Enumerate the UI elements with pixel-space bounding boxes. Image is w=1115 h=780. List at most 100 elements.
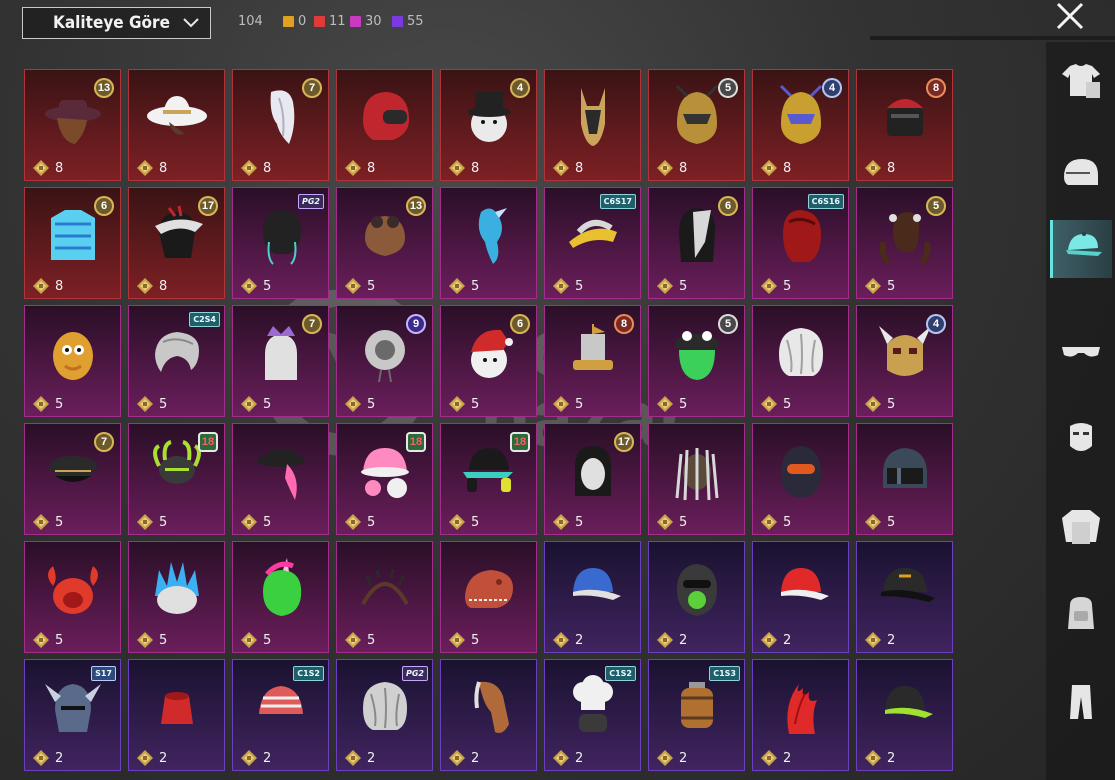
inventory-item[interactable]: PG2 5 — [232, 187, 329, 299]
inventory-item[interactable]: C1S2 2 — [544, 659, 641, 771]
inventory-item[interactable]: 68 — [24, 187, 121, 299]
inventory-item[interactable]: 17 8 — [128, 187, 225, 299]
inventory-item[interactable]: 5 — [856, 423, 953, 535]
item-quantity: 8 — [137, 278, 167, 294]
inventory-item[interactable]: 5 — [336, 541, 433, 653]
inventory-item[interactable]: 2 — [440, 659, 537, 771]
quality-swatch — [283, 16, 294, 27]
inventory-item[interactable]: 5 — [24, 541, 121, 653]
inventory-item[interactable]: 45 — [856, 305, 953, 417]
inventory-item[interactable]: 48 — [440, 69, 537, 181]
inventory-item[interactable]: 5 — [440, 187, 537, 299]
inventory-item[interactable]: 5 — [24, 305, 121, 417]
sort-dropdown-label: Kaliteye Göre — [53, 13, 170, 33]
inventory-item[interactable]: PG2 2 — [336, 659, 433, 771]
inventory-item[interactable]: 55 — [648, 305, 745, 417]
inventory-item[interactable]: 18 5 — [440, 423, 537, 535]
category-backpack[interactable] — [1050, 587, 1112, 645]
inventory-item[interactable]: 5 — [128, 541, 225, 653]
item-quantity: 5 — [761, 514, 791, 530]
barrel-hat-icon — [665, 674, 729, 738]
helmet-icon — [1060, 155, 1102, 198]
inventory-item[interactable]: 18 5 — [128, 423, 225, 535]
coin-icon — [33, 750, 49, 766]
coin-icon — [449, 514, 465, 530]
inventory-item[interactable]: 5 — [648, 423, 745, 535]
sort-dropdown[interactable]: Kaliteye Göre — [22, 7, 211, 39]
inventory-item[interactable]: C6S16 5 — [752, 187, 849, 299]
inventory-item[interactable]: 18 5 — [336, 423, 433, 535]
category-helmet[interactable] — [1050, 147, 1112, 205]
category-glasses[interactable] — [1050, 325, 1112, 383]
item-quantity: 8 — [449, 160, 479, 176]
quantity-value: 8 — [55, 278, 64, 294]
inventory-item[interactable]: C2S4 5 — [128, 305, 225, 417]
inventory-item[interactable]: 5 — [232, 541, 329, 653]
inventory-item[interactable]: 55 — [856, 187, 953, 299]
inventory-item[interactable]: 2 — [752, 659, 849, 771]
inventory-item[interactable]: 5 — [752, 423, 849, 535]
close-button[interactable] — [1052, 0, 1090, 34]
inventory-item[interactable]: 2 — [856, 541, 953, 653]
quantity-value: 5 — [887, 396, 896, 412]
quantity-value: 5 — [367, 396, 376, 412]
item-quantity: 5 — [241, 278, 271, 294]
inventory-item[interactable]: 5 — [440, 541, 537, 653]
quality-swatch — [392, 16, 403, 27]
inventory-item[interactable]: S17 2 — [24, 659, 121, 771]
inventory-item[interactable]: 2 — [544, 541, 641, 653]
inventory-item[interactable]: 75 — [24, 423, 121, 535]
inventory-item[interactable]: 48 — [752, 69, 849, 181]
level-badge: 6 — [94, 196, 114, 216]
quantity-value: 5 — [471, 396, 480, 412]
inventory-item[interactable]: C1S3 2 — [648, 659, 745, 771]
inventory-item[interactable]: 2 — [648, 541, 745, 653]
level-badge: 7 — [302, 78, 322, 98]
inventory-item[interactable]: 88 — [856, 69, 953, 181]
quality-stat: 11 — [314, 14, 346, 29]
inventory-item[interactable]: 8 — [544, 69, 641, 181]
category-cap[interactable] — [1050, 220, 1112, 278]
inventory-item[interactable]: 85 — [544, 305, 641, 417]
inventory-item[interactable]: 13 5 — [336, 187, 433, 299]
inventory-item[interactable]: 2 — [128, 659, 225, 771]
inventory-item[interactable]: 65 — [440, 305, 537, 417]
inventory-item[interactable]: 2 — [856, 659, 953, 771]
inventory-item[interactable]: 8 — [336, 69, 433, 181]
inventory-item[interactable]: 65 — [648, 187, 745, 299]
inventory-item[interactable]: C6S17 5 — [544, 187, 641, 299]
quantity-value: 5 — [783, 396, 792, 412]
quality-swatch — [350, 16, 361, 27]
inventory-item[interactable]: 78 — [232, 69, 329, 181]
item-quantity: 2 — [761, 750, 791, 766]
quality-stat: 0 — [283, 14, 306, 29]
category-pants[interactable] — [1050, 675, 1112, 733]
coin-icon — [33, 632, 49, 648]
jacket-icon — [1060, 508, 1102, 551]
inventory-item[interactable]: C1S2 2 — [232, 659, 329, 771]
dino-head-icon — [457, 556, 521, 620]
unicorn-head-icon — [249, 556, 313, 620]
coin-icon — [761, 514, 777, 530]
inventory-item[interactable]: 13 8 — [24, 69, 121, 181]
inventory-item[interactable]: 5 — [752, 305, 849, 417]
helmet-red-icon — [353, 84, 417, 148]
inventory-item[interactable]: 5 — [232, 423, 329, 535]
inventory-item[interactable]: 95 — [336, 305, 433, 417]
quantity-value: 5 — [263, 514, 272, 530]
item-quantity: 2 — [449, 750, 479, 766]
inventory-item[interactable]: 17 5 — [544, 423, 641, 535]
category-jacket[interactable] — [1050, 500, 1112, 558]
item-quantity: 2 — [553, 750, 583, 766]
inventory-item[interactable]: 8 — [128, 69, 225, 181]
quantity-value: 5 — [679, 514, 688, 530]
inventory-item[interactable]: 75 — [232, 305, 329, 417]
quantity-value: 2 — [575, 632, 584, 648]
quantity-value: 2 — [887, 632, 896, 648]
category-mask[interactable] — [1050, 410, 1112, 468]
category-outfit[interactable] — [1050, 54, 1112, 112]
anubis-mask-icon — [561, 84, 625, 148]
quantity-value: 5 — [367, 632, 376, 648]
inventory-item[interactable]: 58 — [648, 69, 745, 181]
inventory-item[interactable]: 2 — [752, 541, 849, 653]
